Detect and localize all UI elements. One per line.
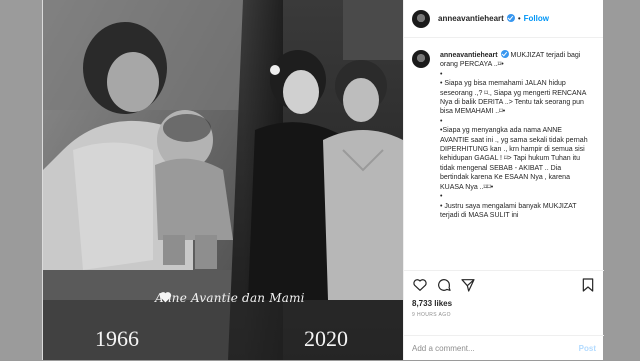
caption-line: anneavantieheart MUKJIZAT terjadi bagi o…	[440, 50, 583, 69]
caption-line: •	[440, 70, 443, 78]
comment-icon[interactable]	[436, 277, 452, 293]
caption-verified-icon	[500, 50, 509, 58]
post-comment-button[interactable]: Post	[579, 344, 596, 353]
caption-line: •	[440, 117, 443, 125]
action-icons	[404, 271, 604, 299]
follow-button[interactable]: Follow	[524, 14, 549, 23]
year-1966-label: 1966	[95, 326, 139, 351]
caption-line: •Siapa yg menyangka ada nama ANNE AVANTI…	[440, 127, 590, 191]
page-backdrop: Anne Avantie dan Mami 1966 2020 anneavan…	[0, 0, 640, 360]
photo-collage	[43, 0, 403, 360]
header-separator: •	[517, 14, 521, 23]
caption-line: •	[440, 193, 443, 201]
instagram-post-card: Anne Avantie dan Mami 1966 2020 anneavan…	[42, 0, 604, 360]
post-actions: 8,733 likes 9 HOURS AGO Add a comment...…	[404, 270, 604, 360]
header-username[interactable]: anneavantieheart	[438, 14, 515, 23]
caption-line: • Justru saya mengalami banyak MUKJIZAT …	[440, 202, 579, 219]
photo-caption: Anne Avantie dan Mami	[155, 291, 305, 305]
post-side-panel: anneavantieheart • Follow anneavantiehea…	[403, 0, 604, 360]
caption-text-block: anneavantieheart MUKJIZAT terjadi bagi o…	[440, 50, 590, 220]
post-header: anneavantieheart • Follow	[404, 0, 603, 38]
caption-username[interactable]: anneavantieheart	[440, 52, 498, 59]
bookmark-icon[interactable]	[580, 277, 596, 293]
comment-input[interactable]: Add a comment...	[412, 344, 579, 353]
white-heart-icon	[159, 292, 172, 303]
post-photo[interactable]: Anne Avantie dan Mami 1966 2020	[43, 0, 403, 360]
likes-count[interactable]: 8,733 likes	[404, 299, 604, 308]
caption-avatar[interactable]	[412, 50, 430, 68]
caption-row: anneavantieheart MUKJIZAT terjadi bagi o…	[412, 50, 596, 220]
caption-line: • Siapa yg bisa memahami JALAN hidup ses…	[440, 80, 588, 116]
caption-text: Anne Avantie dan Mami	[155, 291, 305, 305]
year-2020-label: 2020	[304, 326, 348, 351]
share-icon[interactable]	[460, 277, 476, 293]
post-timestamp: 9 HOURS AGO	[412, 312, 451, 318]
heart-icon[interactable]	[412, 277, 428, 293]
caption-area: anneavantieheart MUKJIZAT terjadi bagi o…	[404, 38, 604, 270]
comment-bar: Add a comment... Post	[404, 335, 604, 361]
verified-badge-icon	[506, 14, 515, 22]
header-username-text[interactable]: anneavantieheart	[438, 14, 504, 23]
avatar[interactable]	[412, 9, 430, 28]
